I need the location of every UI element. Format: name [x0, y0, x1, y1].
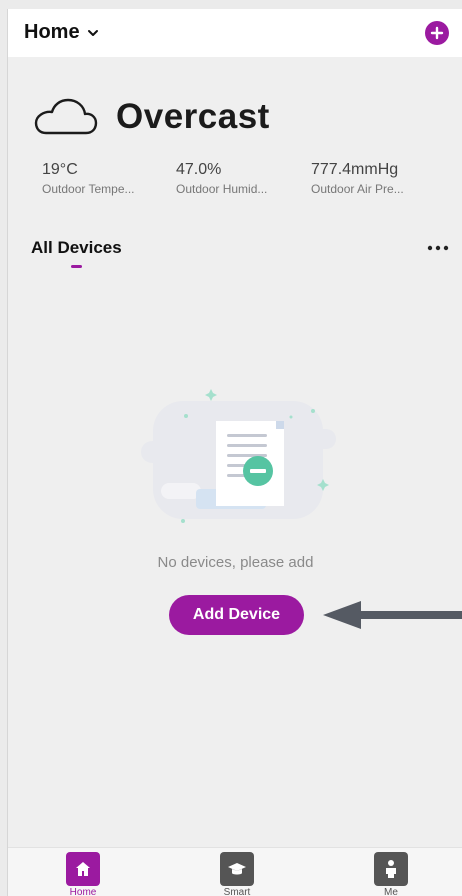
- nav-label: Home: [69, 887, 97, 896]
- top-bar: Home: [8, 9, 462, 57]
- stat-humidity: 47.0% Outdoor Humid...: [176, 161, 296, 196]
- weather-stats: 19°C Outdoor Tempe... 47.0% Outdoor Humi…: [42, 161, 442, 201]
- home-icon: [66, 852, 100, 886]
- empty-state-illustration: [141, 389, 336, 523]
- nav-label: Smart: [223, 887, 251, 896]
- stat-value: 47.0%: [176, 161, 222, 178]
- plus-circle-icon: [430, 26, 444, 40]
- stat-temperature: 19°C Outdoor Tempe...: [42, 161, 162, 196]
- more-icon[interactable]: [426, 243, 450, 253]
- stat-label: Outdoor Humid...: [176, 182, 268, 196]
- graduation-cap-icon: [220, 852, 254, 886]
- person-icon: [374, 852, 408, 886]
- chevron-down-icon: [87, 29, 98, 36]
- weather-summary: Overcast: [32, 97, 270, 137]
- stat-value: 777.4mmHg: [311, 161, 399, 178]
- pointer-arrow: [323, 601, 462, 629]
- stat-air-pressure: 777.4mmHg Outdoor Air Pre...: [311, 161, 431, 196]
- active-tab-indicator: [71, 265, 82, 268]
- app-screen: Home Overcast 19°C Outdoor Tempe... 47.0…: [7, 9, 462, 896]
- home-selector[interactable]: Home: [24, 21, 100, 44]
- stat-value: 19°C: [42, 161, 78, 178]
- nav-label: Me: [384, 887, 398, 896]
- empty-state-message: No devices, please add: [157, 554, 314, 571]
- stat-label: Outdoor Tempe...: [42, 182, 135, 196]
- weather-condition: Overcast: [116, 97, 270, 136]
- bottom-navigation: Home Smart Me: [8, 847, 462, 896]
- nav-item-smart[interactable]: Smart: [197, 852, 277, 896]
- nav-item-me[interactable]: Me: [351, 852, 431, 896]
- home-title: Home: [24, 21, 80, 43]
- add-device-button[interactable]: Add Device: [169, 595, 304, 635]
- add-button[interactable]: [425, 21, 449, 45]
- stat-label: Outdoor Air Pre...: [311, 182, 404, 196]
- cloud-icon: [34, 98, 98, 135]
- nav-item-home[interactable]: Home: [43, 852, 123, 896]
- tab-all-devices[interactable]: All Devices: [31, 238, 122, 258]
